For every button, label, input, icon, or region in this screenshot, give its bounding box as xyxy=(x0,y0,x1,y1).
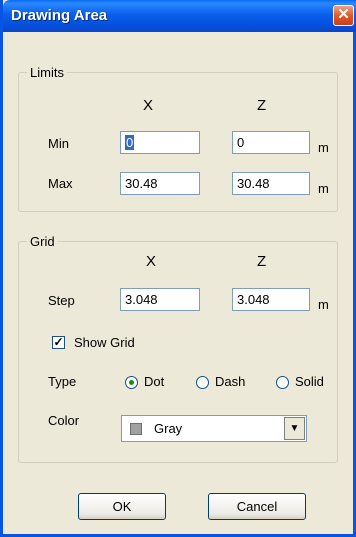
grid-x-header: X xyxy=(146,253,157,270)
type-dash-radio[interactable] xyxy=(196,376,209,389)
chevron-down-icon[interactable]: ▼ xyxy=(284,417,305,440)
step-unit: m xyxy=(318,297,329,312)
checkmark-icon: ✓ xyxy=(53,335,64,349)
title-bar[interactable]: Drawing Area ✕ xyxy=(3,0,356,32)
ok-button[interactable]: OK xyxy=(78,493,166,520)
cancel-button[interactable]: Cancel xyxy=(208,493,306,520)
step-label: Step xyxy=(48,293,75,308)
grid-group-label: Grid xyxy=(27,234,58,249)
close-icon: ✕ xyxy=(337,6,350,23)
max-x-value: 30.48 xyxy=(125,176,158,191)
min-unit: m xyxy=(318,140,329,155)
step-z-value: 3.048 xyxy=(237,292,270,307)
color-select[interactable]: Gray ▼ xyxy=(121,415,307,442)
type-dot-radio[interactable] xyxy=(125,376,138,389)
show-grid-label[interactable]: Show Grid xyxy=(74,335,135,350)
window-title: Drawing Area xyxy=(11,7,108,24)
max-unit: m xyxy=(318,181,329,196)
close-button[interactable]: ✕ xyxy=(333,5,354,26)
limits-x-header: X xyxy=(143,97,154,114)
max-z-input[interactable]: 30.48 xyxy=(232,172,310,195)
type-solid-label[interactable]: Solid xyxy=(295,374,324,389)
color-select-value: Gray xyxy=(154,421,183,436)
show-grid-checkbox[interactable]: ✓ xyxy=(52,336,65,349)
step-x-value: 3.048 xyxy=(125,292,158,307)
grid-z-header: Z xyxy=(257,253,267,270)
type-label: Type xyxy=(48,374,77,389)
step-x-input[interactable]: 3.048 xyxy=(120,288,200,311)
limits-group-label: Limits xyxy=(27,65,67,80)
drawing-area-dialog: Drawing Area ✕ Limits X Z Min 0 0 m Max … xyxy=(0,0,356,537)
min-z-value: 0 xyxy=(237,135,245,150)
min-z-input[interactable]: 0 xyxy=(232,131,310,154)
min-x-input[interactable]: 0 xyxy=(120,131,200,154)
step-z-input[interactable]: 3.048 xyxy=(232,288,310,311)
limits-z-header: Z xyxy=(257,97,267,114)
color-label: Color xyxy=(48,413,80,428)
max-x-input[interactable]: 30.48 xyxy=(120,172,200,195)
min-x-value: 0 xyxy=(125,135,135,150)
max-label: Max xyxy=(48,176,73,191)
color-swatch-icon xyxy=(130,423,142,435)
type-dash-label[interactable]: Dash xyxy=(215,374,245,389)
min-label: Min xyxy=(48,136,69,151)
type-dot-label[interactable]: Dot xyxy=(144,374,164,389)
type-solid-radio[interactable] xyxy=(276,376,289,389)
max-z-value: 30.48 xyxy=(237,176,270,191)
